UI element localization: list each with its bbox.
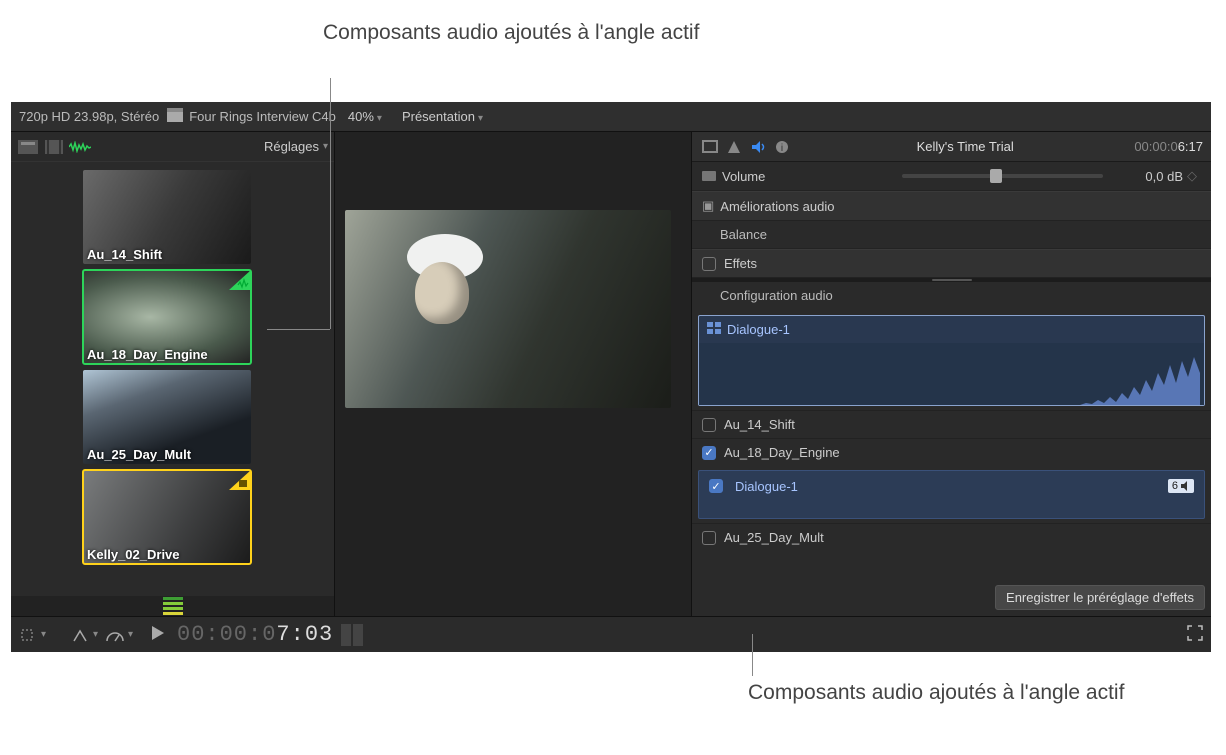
inspector-timecode: 00:00:06:17	[1134, 139, 1203, 154]
angle-label: Au_25_Day_Mult	[83, 445, 251, 464]
format-spec: 720p HD 23.98p, Stéréo	[19, 109, 159, 124]
playhead-marker-icon	[353, 624, 363, 646]
presentation-dropdown[interactable]: Présentation▾	[402, 109, 483, 124]
callout-bottom: Composants audio ajoutés à l'angle actif	[748, 679, 1124, 706]
audio-config-box[interactable]: Dialogue-1	[698, 315, 1205, 406]
video-badge-icon	[229, 470, 251, 490]
effects-checkbox[interactable]	[702, 257, 716, 271]
angle-item[interactable]: Au_25_Day_Mult	[83, 370, 251, 464]
info-inspector-tab-icon[interactable]: i	[772, 138, 792, 156]
keyframe-icon[interactable]: ◇	[1183, 168, 1201, 184]
component-checkbox[interactable]	[702, 531, 716, 545]
component-label: Au_18_Day_Engine	[724, 445, 840, 460]
angle-item-active-video[interactable]: Kelly_02_Drive	[83, 470, 251, 564]
callout-top: Composants audio ajoutés à l'angle actif	[323, 19, 699, 46]
app-window: 720p HD 23.98p, Stéréo Four Rings Interv…	[11, 102, 1211, 652]
video-inspector-tab-icon[interactable]	[700, 138, 720, 156]
viewer[interactable]	[335, 132, 691, 616]
viewer-topbar: 720p HD 23.98p, Stéréo Four Rings Interv…	[11, 102, 1211, 132]
angle-settings-dropdown[interactable]: Réglages▾	[264, 139, 328, 154]
inspector-footer: Enregistrer le préréglage d'effets	[692, 579, 1211, 616]
inspector-clip-title: Kelly's Time Trial	[796, 139, 1134, 154]
crop-tool-icon[interactable]: ▾	[19, 623, 47, 647]
speed-tool-icon[interactable]: ▾	[105, 623, 133, 647]
angle-list: Au_14_Shift Au_18_Day_Engine Au_25_Day_M…	[11, 162, 334, 596]
clip-title: Four Rings Interview C4b	[189, 109, 336, 124]
callout-line-bottom-v	[752, 634, 753, 676]
volume-row: Volume 0,0 dB ◇	[692, 162, 1211, 191]
angle-item-active-audio[interactable]: Au_18_Day_Engine	[83, 270, 251, 364]
transport-bar: ▾ ▾ ▾ 00:00:07:03	[11, 616, 1211, 652]
clapperboard-icon	[167, 108, 183, 125]
folder-icon: ▣	[702, 198, 714, 214]
angle-label: Au_18_Day_Engine	[83, 345, 251, 364]
audio-inspector: i Kelly's Time Trial 00:00:06:17 Volume …	[691, 132, 1211, 616]
effects-section[interactable]: Effets	[692, 249, 1211, 278]
component-row[interactable]: Au_14_Shift	[692, 410, 1211, 438]
angle-label: Kelly_02_Drive	[83, 545, 251, 564]
component-row[interactable]: Au_25_Day_Mult	[692, 523, 1211, 551]
play-button[interactable]	[147, 626, 169, 643]
volume-slider[interactable]	[902, 174, 1103, 178]
dialogue-checkbox[interactable]: ✓	[709, 479, 723, 493]
inspector-header: i Kelly's Time Trial 00:00:06:17	[692, 132, 1211, 162]
waveform-icon[interactable]	[69, 138, 91, 156]
config-dialogue-label: Dialogue-1	[727, 322, 790, 337]
multicam-icon	[707, 322, 721, 337]
balance-row[interactable]: Balance	[692, 221, 1211, 249]
angle-item[interactable]: Au_14_Shift	[83, 170, 251, 264]
filmstrip-icon[interactable]	[43, 138, 65, 156]
angle-browser: Réglages▾ Au_14_Shift Au_18_Day_Engine A…	[11, 132, 335, 616]
dialogue-component-row[interactable]: ✓ Dialogue-1 6	[698, 470, 1205, 519]
save-effects-preset-button[interactable]: Enregistrer le préréglage d'effets	[995, 585, 1205, 610]
config-audio-label: Configuration audio	[692, 282, 1211, 309]
video-angle-icon[interactable]	[17, 138, 39, 156]
volume-section-icon	[702, 169, 716, 184]
playhead-marker-icon	[341, 624, 351, 646]
color-inspector-tab-icon[interactable]	[724, 138, 744, 156]
retime-tool-icon[interactable]: ▾	[71, 623, 99, 647]
angle-label: Au_14_Shift	[83, 245, 251, 264]
enhancements-section[interactable]: ▣ Améliorations audio	[692, 191, 1211, 221]
timecode-display[interactable]: 00:00:07:03	[177, 622, 333, 647]
callout-line-top-v	[330, 78, 331, 329]
component-label: Au_14_Shift	[724, 417, 795, 432]
audio-badge-icon	[229, 270, 251, 290]
volume-value: 0,0 dB	[1113, 169, 1183, 184]
volume-label: Volume	[722, 169, 892, 184]
callout-line-top-h	[267, 329, 330, 330]
component-row[interactable]: ✓ Au_18_Day_Engine	[692, 438, 1211, 466]
fullscreen-icon[interactable]	[1187, 625, 1203, 644]
viewer-zoom-dropdown[interactable]: 40%▾	[348, 109, 382, 124]
channel-badge: 6	[1168, 479, 1194, 493]
angle-matrix-indicator[interactable]	[11, 596, 334, 616]
volume-slider-thumb[interactable]	[990, 169, 1002, 183]
viewer-frame	[345, 210, 671, 408]
config-waveform	[699, 343, 1204, 405]
component-label: Au_25_Day_Mult	[724, 530, 824, 545]
component-checkbox[interactable]: ✓	[702, 446, 716, 460]
dialogue-label: Dialogue-1	[735, 479, 798, 494]
audio-inspector-tab-icon[interactable]	[748, 138, 768, 156]
component-checkbox[interactable]	[702, 418, 716, 432]
svg-text:i: i	[781, 143, 783, 154]
angle-toolbar: Réglages▾	[11, 132, 334, 162]
